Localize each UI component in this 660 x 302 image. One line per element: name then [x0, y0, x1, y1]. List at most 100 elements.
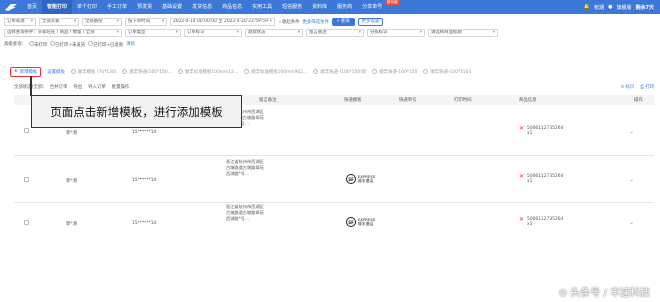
chevron-down-icon[interactable]: ⌄ — [629, 219, 634, 226]
keyword-select[interactable]: 选择查询条件：买家旺旺 / 商品 / 数量 / 全部 — [4, 29, 122, 37]
time-range-input[interactable]: 2022-4-14 00:00:00 至 2022-4-20 23:59:59 — [170, 18, 275, 26]
product-icon: ✕ — [519, 216, 525, 223]
edit-template-link[interactable]: 设置模板 — [47, 69, 65, 75]
row-checkbox[interactable] — [24, 220, 29, 225]
merge-orders-button[interactable]: 合并订单 — [50, 84, 68, 90]
product-info: ✕ 5006112735264 x1 — [519, 173, 564, 185]
header-express-number: 快递单号 — [399, 98, 417, 103]
header-print-time: 打印时间 — [454, 98, 472, 103]
product-icon: ✕ — [519, 173, 525, 180]
nav-item-manual-order[interactable]: 手工订单 — [102, 0, 132, 14]
search-button[interactable]: ⌕ 查询 — [331, 18, 355, 26]
row-checkbox[interactable] — [24, 177, 29, 182]
buyer-name: 郭*测 — [66, 179, 77, 184]
collect-conditions-link[interactable]: ☆收起条件 — [278, 19, 300, 25]
main-nav: 首页 智能打印 单个打印 手工订单 预发货 基础设置 发货信息 商品信息 实用工… — [22, 0, 387, 14]
buyer-name: 郭*测 — [66, 131, 77, 136]
nav-item-basic-settings[interactable]: 基础设置 — [157, 0, 187, 14]
sf-logo-icon: SF — [346, 174, 356, 184]
buyer-select[interactable]: 全部买家 — [39, 18, 79, 26]
nav-item-library[interactable]: 资料库 — [307, 0, 332, 14]
radio-icon — [70, 69, 76, 74]
batch-action-button[interactable]: 批量操作 — [112, 84, 130, 90]
advanced-query-label: 高级查询： — [4, 42, 26, 47]
template-option[interactable]: 顺丰快递-(100*150)新 — [313, 69, 366, 75]
product-title-select[interactable]: 请选择商品标题 — [428, 29, 498, 37]
time-type-select[interactable]: 按下单时间 — [125, 18, 167, 26]
radio-icon — [372, 69, 378, 74]
nav-item-sms[interactable]: 短信服务 — [277, 0, 307, 14]
radio-icon — [313, 69, 319, 74]
mark-link[interactable]: ⊙ 标识 — [620, 84, 634, 90]
add-template-button[interactable]: ⊕ 新增模板 — [10, 66, 42, 77]
nav-item-smart-print[interactable]: 智能打印 — [42, 0, 73, 14]
radio-icon — [423, 69, 429, 74]
bell-icon[interactable]: 🔔 — [584, 4, 590, 10]
watermark: ⊙ 头条号 / 丰速科技 — [558, 288, 650, 299]
nav-item-product-info[interactable]: 商品信息 — [217, 0, 247, 14]
buyer-name: 郭*测 — [66, 222, 77, 227]
row-checkbox[interactable] — [24, 128, 29, 133]
buyer-phone: 15******14 — [132, 130, 157, 135]
callout-pointer — [30, 76, 32, 96]
ship-mark-select[interactable]: 分拣标识 — [367, 29, 425, 37]
header-actions: 操作 — [634, 98, 643, 103]
account-period[interactable]: 帐期 — [594, 4, 604, 11]
sf-express-logo: SF EXPRESS 顺丰速运 — [346, 174, 375, 184]
template-option[interactable]: 顺丰快递(100*150… — [122, 69, 172, 75]
nav-item-pre-ship[interactable]: 预发货 — [132, 0, 157, 14]
option-unprinted[interactable]: 未打印 — [28, 40, 47, 48]
seller-note-select[interactable]: 留言备注 — [306, 29, 364, 37]
header-product-info: 商品信息 — [519, 98, 537, 103]
nav-item-ship-info[interactable]: 发货信息 — [187, 0, 217, 14]
order-type-select[interactable]: 订单类型 — [125, 29, 181, 37]
refund-status-select[interactable]: 退款状态 — [245, 29, 303, 37]
more-settings-button[interactable]: 更多设置 — [357, 18, 384, 26]
radio-icon — [122, 69, 128, 74]
remark-select[interactable]: 全部备份 — [82, 18, 122, 26]
header-note: 留言备注 — [259, 98, 277, 103]
nav-item-tools[interactable]: 实用工具 — [247, 0, 277, 14]
nav-item-provider[interactable]: 服务商 — [332, 0, 357, 14]
order-mark-select[interactable]: 订单标识 — [184, 29, 242, 37]
filter-panel: 订单来源 全部买家 全部备份 按下单时间 2022-4-14 00:00:00 … — [0, 15, 660, 52]
sf-express-logo: SF EXPRESS 顺丰速运 — [346, 217, 375, 227]
product-info: ✕ 5006112735264 x1 — [519, 125, 564, 137]
buyer-phone: 15******14 — [132, 221, 157, 226]
template-option[interactable]: 顺丰快递-100*150 — [372, 69, 417, 75]
remaining-days: 剩余7天 — [635, 4, 654, 11]
status-filter[interactable]: 全部状态(全部) — [14, 84, 44, 90]
nav-item-home[interactable]: 首页 — [22, 0, 42, 14]
edition-label[interactable]: 旗舰版 — [617, 4, 632, 11]
table-row[interactable]: 郭*测 15******14 浙江省杭州市西湖区古墩路道古墩路翠苑西湖路*号… … — [14, 204, 654, 248]
logo-icon[interactable] — [0, 0, 22, 14]
template-option[interactable]: 顺丰标准模板100mm12… — [178, 69, 238, 75]
user-icon[interactable]: ● — [608, 4, 612, 10]
radio-icon — [178, 69, 184, 74]
sf-logo-icon: SF — [346, 217, 356, 227]
chevron-down-icon[interactable]: ⌄ — [629, 128, 634, 135]
template-option[interactable]: 顺丰模板 (76*130) — [70, 69, 116, 75]
buyer-address: 浙江省杭州市西湖区古墩路道古墩路翠苑西湖路*号… — [226, 159, 264, 176]
option-printed-unshipped[interactable]: 已打印+未发货 — [50, 40, 85, 48]
print-link[interactable]: ⎙ 打印 — [640, 84, 654, 90]
reset-link[interactable]: 清除 — [126, 41, 135, 47]
import-orders-button[interactable]: 导入订单 — [88, 84, 106, 90]
buyer-address: 浙江省杭州市西湖区古墩路道古墩路翠苑西湖路*号… — [226, 204, 264, 221]
template-option[interactable]: 顺丰标准模板100mm902… — [244, 69, 307, 75]
radio-icon — [244, 69, 250, 74]
topbar-right: 🔔 帐期 ● 旗舰版 剩余7天 — [584, 0, 654, 14]
plus-circle-icon: ⊕ — [14, 69, 18, 74]
chevron-down-icon[interactable]: ⌄ — [629, 176, 634, 183]
template-bar: ⊕ 新增模板 设置模板 顺丰模板 (76*130) 顺丰快递(100*150… … — [10, 66, 655, 77]
template-option[interactable]: 顺丰快递-100*1503 — [423, 69, 471, 75]
header-express-template: 快递模板 — [344, 98, 362, 103]
nav-item-single-print[interactable]: 单个打印 — [72, 0, 102, 14]
table-row[interactable]: 郭*测 15******14 浙江省杭州市西湖区古墩路道古墩路翠苑西湖路*号… … — [14, 157, 654, 203]
export-button[interactable]: 导出 — [73, 84, 82, 90]
nav-item-share-number[interactable]: 分享单号 — [357, 0, 387, 14]
search-icon: ⌕ — [336, 19, 340, 24]
option-printed-refunded[interactable]: 已打印+已退款 — [88, 40, 123, 48]
order-source-select[interactable]: 订单来源 — [4, 18, 36, 26]
more-conditions-link[interactable]: 更多筛选条件 — [303, 19, 329, 25]
